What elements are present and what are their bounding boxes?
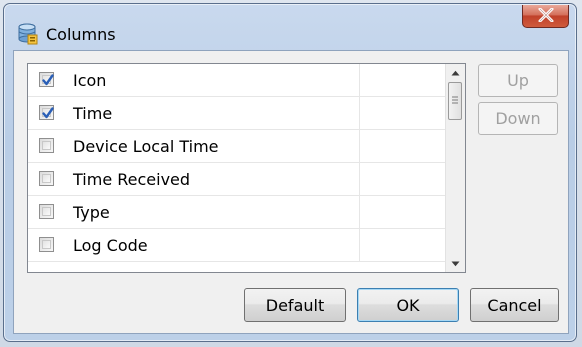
scroll-grip-icon: [452, 96, 458, 104]
list-item-label: Time Received: [73, 170, 191, 189]
column-divider: [359, 196, 360, 228]
close-button[interactable]: [522, 5, 569, 28]
column-divider: [359, 97, 360, 129]
list-item-label: Device Local Time: [73, 137, 219, 156]
dialog-client-area: Icon Time Device Local Time Time Receive…: [13, 50, 569, 334]
time-checkbox[interactable]: [39, 105, 54, 120]
list-item[interactable]: Icon: [28, 64, 446, 97]
move-down-button[interactable]: Down: [478, 102, 558, 135]
type-checkbox[interactable]: [39, 204, 54, 219]
column-checkbox-icon[interactable]: [39, 72, 54, 87]
scroll-down-arrow-icon: [451, 261, 460, 266]
cancel-button[interactable]: Cancel: [470, 288, 559, 322]
columns-list-rows: Icon Time Device Local Time Time Receive…: [28, 64, 446, 272]
dialog-title: Columns: [46, 25, 116, 44]
move-up-button[interactable]: Up: [478, 64, 558, 97]
column-divider: [359, 229, 360, 261]
list-item[interactable]: Device Local Time: [28, 130, 446, 163]
list-item[interactable]: Time Received: [28, 163, 446, 196]
time-received-checkbox[interactable]: [39, 171, 54, 186]
columns-listbox[interactable]: Icon Time Device Local Time Time Receive…: [27, 63, 466, 273]
list-item-label: Type: [73, 203, 110, 222]
close-icon: [538, 7, 554, 26]
list-item-label: Time: [73, 104, 113, 123]
columns-dialog: Columns Icon Time Device Local Time Time…: [3, 3, 577, 342]
log-code-checkbox[interactable]: [39, 237, 54, 252]
vertical-scrollbar[interactable]: [445, 64, 465, 272]
checkmark-icon: [42, 107, 54, 119]
scroll-down-button[interactable]: [446, 255, 465, 272]
ok-button[interactable]: OK: [357, 288, 459, 322]
scroll-up-arrow-icon: [451, 70, 460, 75]
scroll-up-button[interactable]: [446, 64, 465, 81]
default-button[interactable]: Default: [244, 288, 346, 322]
title-bar[interactable]: Columns: [4, 4, 576, 50]
column-divider: [359, 163, 360, 195]
checkmark-icon: [42, 74, 54, 86]
device-local-time-checkbox[interactable]: [39, 138, 54, 153]
scroll-thumb[interactable]: [448, 82, 462, 120]
list-item-label: Icon: [73, 71, 107, 90]
column-divider: [359, 64, 360, 96]
list-item[interactable]: Log Code: [28, 229, 446, 262]
list-item[interactable]: Type: [28, 196, 446, 229]
database-columns-icon: [18, 23, 38, 45]
list-item-label: Log Code: [73, 236, 148, 255]
list-item[interactable]: Time: [28, 97, 446, 130]
column-divider: [359, 130, 360, 162]
